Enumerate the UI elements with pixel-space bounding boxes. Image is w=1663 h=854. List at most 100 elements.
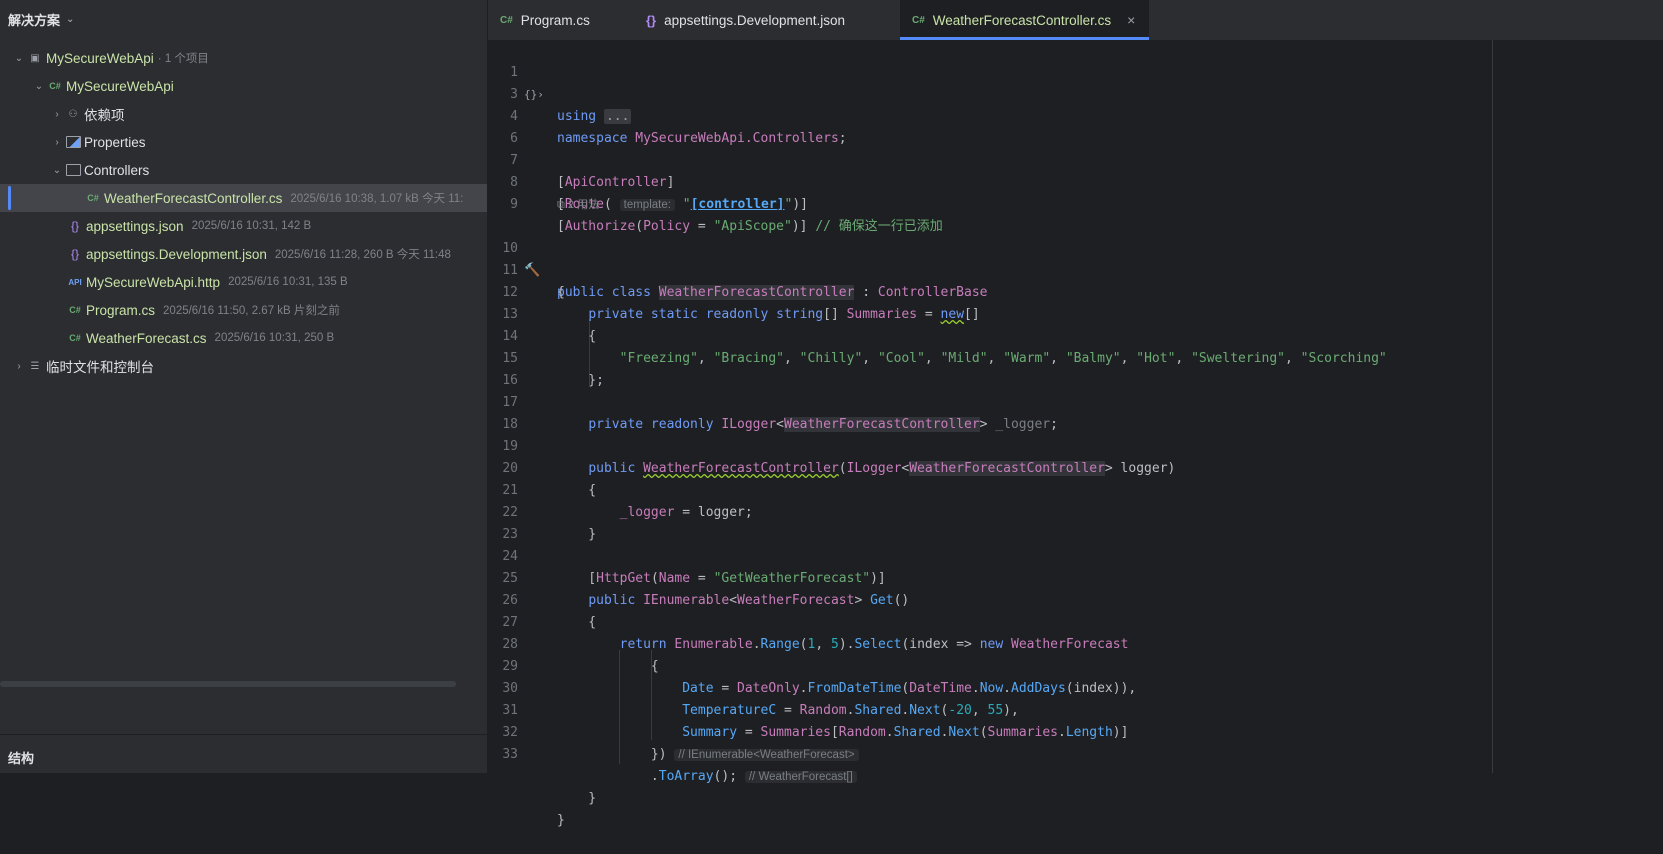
tree-item-properties[interactable]: › Properties bbox=[0, 128, 487, 156]
json-file-icon: {} bbox=[70, 219, 79, 233]
tab-program-cs[interactable]: C# Program.cs bbox=[488, 0, 634, 40]
code-line: 26 { bbox=[488, 568, 596, 630]
csharp-file-icon: C# bbox=[69, 305, 81, 315]
structure-panel-title[interactable]: 结构 bbox=[8, 748, 34, 767]
json-file-icon: {} bbox=[646, 12, 657, 28]
tree-item-controllers[interactable]: ⌄ Controllers bbox=[0, 156, 487, 184]
code-line: 1 {}› using ... bbox=[488, 40, 632, 124]
tree-item-label: Controllers bbox=[84, 162, 150, 178]
tree-item-scratches[interactable]: › ☰ 临时文件和控制台 bbox=[0, 352, 487, 380]
csharp-file-icon: C# bbox=[500, 14, 513, 26]
tree-item-project[interactable]: ⌄ C# MySecureWebApi bbox=[0, 72, 487, 100]
code-line: 25 public IEnumerable<WeatherForecast> G… bbox=[488, 546, 909, 608]
code-line: 17 private readonly ILogger<WeatherForec… bbox=[488, 370, 1058, 432]
code-line: 8 [Route( template: "[controller]")] bbox=[488, 150, 808, 212]
chevron-right-icon[interactable]: › bbox=[50, 109, 64, 120]
tree-item-label: 依赖项 bbox=[84, 108, 125, 123]
chevron-down-icon[interactable]: ⌄ bbox=[66, 14, 74, 25]
tree-item-label: MySecureWebApi bbox=[66, 78, 174, 94]
code-line: 27 return Enumerable.Range(1, 5).Select(… bbox=[488, 590, 1128, 652]
tab-appsettings-development[interactable]: {} appsettings.Development.json bbox=[634, 0, 900, 40]
csharp-project-icon: C# bbox=[49, 81, 61, 91]
chevron-down-icon[interactable]: ⌄ bbox=[50, 165, 64, 176]
fold-icon[interactable]: {}› bbox=[524, 84, 554, 106]
tab-label: WeatherForecastController.cs bbox=[932, 12, 1112, 28]
tree-item-label: appsettings.Development.json bbox=[86, 246, 267, 262]
tree-item-weatherforecastcontroller[interactable]: C# WeatherForecastController.cs 2025/6/1… bbox=[0, 184, 487, 212]
code-line: 13 { bbox=[488, 282, 596, 344]
dependencies-icon: ⚇ bbox=[68, 108, 78, 120]
tab-label: Program.cs bbox=[520, 12, 590, 28]
chevron-right-icon[interactable]: › bbox=[12, 361, 26, 372]
tree-item-appsettings-development[interactable]: {} appsettings.Development.json 2025/6/1… bbox=[0, 240, 487, 268]
code-line: 33 .ToArray(); // WeatherForecast[] bbox=[488, 722, 857, 784]
solution-explorer: 解决方案 ⌄ ⌄ ▣ MySecureWebApi · 1 个项目 ⌄ C# M… bbox=[0, 0, 488, 773]
code-line: 28 { bbox=[488, 612, 658, 674]
parameter-hint: template: bbox=[619, 199, 675, 211]
code-line: } bbox=[557, 791, 597, 806]
code-line: 3 bbox=[488, 62, 519, 102]
code-line: 10 🔨 public class WeatherForecastControl… bbox=[488, 216, 987, 300]
csharp-file-icon: C# bbox=[912, 14, 925, 26]
hammer-icon[interactable]: 🔨 bbox=[524, 260, 554, 282]
solution-explorer-header[interactable]: 解决方案 ⌄ bbox=[0, 0, 487, 38]
horizontal-scrollbar[interactable] bbox=[0, 681, 456, 687]
close-icon[interactable]: × bbox=[1127, 12, 1135, 28]
line-number: 9 bbox=[510, 197, 518, 212]
code-line: 19 public WeatherForecastController(ILog… bbox=[488, 414, 1175, 476]
tree-item-meta: 2025/6/16 10:38, 1.07 kB 今天 11: bbox=[290, 193, 464, 205]
tree-item-dependencies[interactable]: › ⚇ 依赖项 bbox=[0, 100, 487, 128]
tree-item-http[interactable]: API MySecureWebApi.http 2025/6/16 10:31,… bbox=[0, 268, 487, 296]
chevron-down-icon[interactable]: ⌄ bbox=[12, 53, 26, 64]
tab-label: appsettings.Development.json bbox=[664, 12, 845, 28]
tree-item-meta: · 1 个项目 bbox=[157, 53, 209, 65]
code-line: 15 }; bbox=[488, 326, 604, 388]
code-editor[interactable]: 1 {}› using ... 3 4 namespace MySecureWe… bbox=[488, 40, 1663, 828]
folded-region[interactable]: ... bbox=[603, 109, 632, 124]
chevron-right-icon[interactable]: › bbox=[50, 137, 64, 148]
tree-item-label: WeatherForecastController.cs bbox=[104, 190, 283, 206]
usages-hint[interactable]: ⧉ 2 用法 bbox=[557, 194, 599, 216]
code-line: 16 bbox=[488, 348, 519, 388]
tab-weatherforecastcontroller[interactable]: C# WeatherForecastController.cs × bbox=[900, 0, 1150, 40]
tree-item-label: MySecureWebApi bbox=[46, 50, 154, 66]
tree-item-meta: 2025/6/16 11:50, 2.67 kB 片刻之前 bbox=[163, 305, 340, 317]
code-line: 20 { bbox=[488, 436, 596, 498]
code-line: 7 [ApiController] bbox=[488, 128, 674, 190]
tree-item-label: MySecureWebApi.http bbox=[86, 274, 221, 290]
solution-explorer-title: 解决方案 bbox=[8, 12, 61, 28]
tree-item-label: Program.cs bbox=[86, 302, 156, 318]
json-file-icon: {} bbox=[70, 247, 79, 261]
api-file-icon: API bbox=[68, 277, 82, 287]
code-comment: // 确保这一行已添加 bbox=[815, 219, 943, 234]
code-line: 9 [Authorize(Policy = "ApiScope")] // 确保… bbox=[488, 172, 943, 234]
tree-item-solution[interactable]: ⌄ ▣ MySecureWebApi · 1 个项目 bbox=[0, 44, 487, 72]
code-line: 11 { bbox=[488, 238, 564, 300]
scratches-icon: ☰ bbox=[30, 360, 40, 372]
tree-item-meta: 2025/6/16 10:31, 135 B bbox=[228, 276, 348, 288]
properties-folder-icon bbox=[64, 135, 82, 150]
code-line: 18 bbox=[488, 392, 519, 432]
tree-item-label: WeatherForecast.cs bbox=[86, 330, 207, 346]
tree-item-meta: 2025/6/16 11:28, 260 B 今天 11:48 bbox=[274, 249, 451, 261]
code-line: 30 TemperatureC = Random.Shared.Next(-20… bbox=[488, 656, 1018, 718]
code-line: 32 }) // IEnumerable<WeatherForecast> bbox=[488, 700, 859, 762]
folder-icon bbox=[64, 163, 82, 178]
tree-item-appsettings[interactable]: {} appsettings.json 2025/6/16 10:31, 142… bbox=[0, 212, 487, 240]
chevron-down-icon[interactable]: ⌄ bbox=[32, 81, 46, 92]
editor-tabs: C# Program.cs {} appsettings.Development… bbox=[488, 0, 1663, 41]
code-line: 4 namespace MySecureWebApi.Controllers; bbox=[488, 84, 846, 146]
tree-item-label: 临时文件和控制台 bbox=[46, 360, 154, 375]
tree-item-program[interactable]: C# Program.cs 2025/6/16 11:50, 2.67 kB 片… bbox=[0, 296, 487, 324]
tree-item-meta: 2025/6/16 10:31, 250 B bbox=[214, 332, 335, 344]
divider bbox=[0, 734, 487, 735]
type-hint: // IEnumerable<WeatherForecast> bbox=[674, 749, 859, 761]
tree-item-label: Properties bbox=[84, 134, 146, 150]
tree-item-weatherforecast[interactable]: C# WeatherForecast.cs 2025/6/16 10:31, 2… bbox=[0, 324, 487, 352]
code-line: 12 private static readonly string[] Summ… bbox=[488, 260, 979, 322]
tree-item-label: appsettings.json bbox=[86, 218, 184, 234]
code-line: 22 } bbox=[488, 480, 596, 542]
solution-tree: ⌄ ▣ MySecureWebApi · 1 个项目 ⌄ C# MySecure… bbox=[0, 44, 487, 380]
code-line: 29 Date = DateOnly.FromDateTime(DateTime… bbox=[488, 634, 1136, 696]
code-line: 21 _logger = logger; bbox=[488, 458, 752, 520]
